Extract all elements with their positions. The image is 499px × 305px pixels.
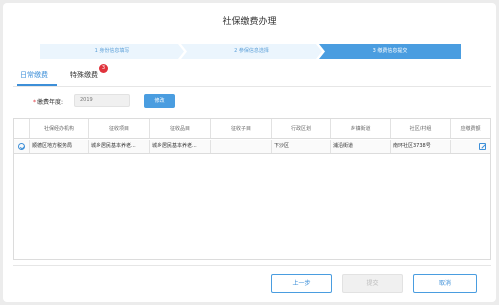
cell-subcategory <box>211 140 272 153</box>
header-select <box>14 119 30 138</box>
header-amount: 应缴费额 <box>460 126 481 132</box>
step-progress: 1 身份信息填写 2 参保信息选择 3 缴费信息提交 <box>40 44 461 59</box>
header-subcategory: 征收子目 <box>211 119 272 138</box>
edit-icon[interactable] <box>479 143 486 150</box>
cell-district: 下沙区 <box>272 140 331 153</box>
tab-daily-payment[interactable]: 日常缴费 <box>20 70 48 80</box>
row-select-cell[interactable] <box>14 140 30 153</box>
cancel-button[interactable]: 取消 <box>413 274 477 293</box>
cell-street: 浦沿街道 <box>331 140 391 153</box>
main-panel: 社保缴费办理 1 身份信息填写 2 参保信息选择 3 缴费信息提交 日常缴费 特… <box>3 3 496 302</box>
header-category: 征收品目 <box>150 119 211 138</box>
header-item: 征收项目 <box>89 119 150 138</box>
modify-button[interactable]: 修改 <box>144 94 175 108</box>
payment-year-label-text: 缴费年度: <box>37 99 64 106</box>
checked-circle-icon[interactable] <box>18 143 25 150</box>
page-title: 社保缴费办理 <box>222 17 277 27</box>
cell-amount[interactable] <box>451 140 490 153</box>
table-row[interactable]: 顺德区地方税务局 城乡居民基本养老... 城乡居民基本养老... 下沙区 浦沿街… <box>14 140 490 154</box>
cell-agency: 顺德区地方税务局 <box>30 140 89 153</box>
footer-divider <box>13 265 491 266</box>
table-header: 社保经办机构 征收项目 征收品目 征收子目 行政区划 乡镇街道 社区/村组 应缴… <box>14 119 490 139</box>
payment-table: 社保经办机构 征收项目 征收品目 征收子目 行政区划 乡镇街道 社区/村组 应缴… <box>13 118 491 260</box>
tab-special-payment[interactable]: 特殊缴费 <box>70 70 98 80</box>
submit-button[interactable]: 提交 <box>342 274 403 293</box>
header-community: 社区/村组 <box>391 119 451 138</box>
header-district: 行政区划 <box>272 119 331 138</box>
payment-year-label: *缴费年度: <box>33 97 63 106</box>
header-street: 乡镇街道 <box>331 119 391 138</box>
cell-community: 南环社区3738号 <box>391 140 451 153</box>
required-mark: * <box>33 99 36 106</box>
tab-divider <box>13 86 491 87</box>
step-payment-submit: 3 缴费信息提交 <box>319 44 461 59</box>
header-agency: 社保经办机构 <box>30 119 89 138</box>
step-identity-info: 1 身份信息填写 <box>40 44 184 59</box>
step-insurance-selection: 2 参保信息选择 <box>181 44 322 59</box>
special-payment-badge: 3 <box>99 64 108 73</box>
cell-category: 城乡居民基本养老... <box>150 140 211 153</box>
payment-year-field[interactable]: 2019 <box>74 94 130 107</box>
cell-item: 城乡居民基本养老... <box>89 140 150 153</box>
previous-step-button[interactable]: 上一步 <box>271 274 332 293</box>
